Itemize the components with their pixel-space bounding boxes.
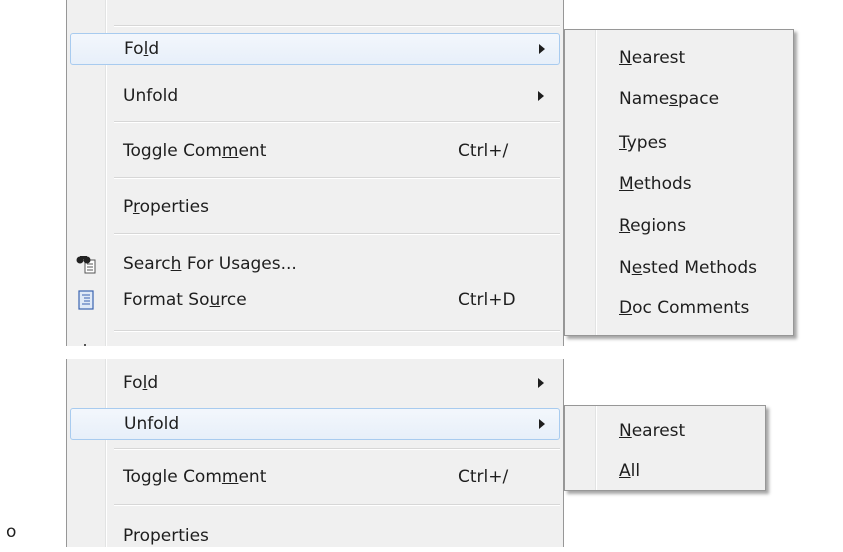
menu-item-properties[interactable]: Properties <box>70 191 560 223</box>
menu-item-label: Fold <box>123 373 159 393</box>
menu-item-toggle-comment[interactable]: Toggle Comment Ctrl+/ <box>70 461 560 493</box>
fold-submenu: Nearest Namespace Types Methods Regions … <box>564 29 794 336</box>
menu-separator <box>114 504 560 506</box>
menu-separator <box>114 330 560 332</box>
menu-item-properties[interactable]: Properties <box>70 520 560 552</box>
submenu-arrow-icon <box>538 378 544 388</box>
menu-separator <box>114 121 560 123</box>
format-document-icon <box>78 290 94 310</box>
menu-item-label: Toggle Comment <box>123 467 267 487</box>
submenu-item-nested-methods[interactable]: Nested Methods <box>619 258 757 278</box>
menu-item-label: Properties <box>123 526 209 546</box>
menu-separator <box>114 233 560 235</box>
binoculars-icon <box>76 256 96 274</box>
menu-item-search-for-usages[interactable]: Search For Usages... <box>70 248 560 280</box>
submenu-item-regions[interactable]: Regions <box>619 216 686 236</box>
submenu-item-nearest[interactable]: Nearest <box>619 48 685 68</box>
submenu-item-doc-comments[interactable]: Doc Comments <box>619 298 749 318</box>
submenu-item-namespace[interactable]: Namespace <box>619 89 719 109</box>
stray-text: o <box>6 522 17 542</box>
context-menu-top: Fold Unfold Toggle Comment Ctrl+/ Proper… <box>66 0 564 346</box>
menu-item-shortcut: Ctrl+/ <box>458 141 509 161</box>
context-menu-bottom: Fold Unfold Toggle Comment Ctrl+/ Proper… <box>66 359 564 547</box>
menu-item-label: Fold <box>124 39 160 59</box>
menu-item-label: Search For Usages... <box>123 254 297 274</box>
menu-item-toggle-comment[interactable]: Toggle Comment Ctrl+/ <box>70 135 560 167</box>
submenu-arrow-icon <box>539 44 545 54</box>
menu-separator <box>114 177 560 179</box>
submenu-item-nearest[interactable]: Nearest <box>619 421 685 441</box>
submenu-item-types[interactable]: Types <box>619 133 667 153</box>
menu-item-label: Properties <box>123 197 209 217</box>
menu-item-shortcut: Ctrl+D <box>458 290 516 310</box>
menu-item-label: Unfold <box>123 86 179 106</box>
menu-item-label: Unfold <box>124 414 180 434</box>
submenu-arrow-icon <box>538 91 544 101</box>
menu-separator <box>114 25 560 27</box>
unfold-submenu: Nearest All <box>564 405 766 491</box>
submenu-item-methods[interactable]: Methods <box>619 174 692 194</box>
menu-item-label: Toggle Comment <box>123 141 267 161</box>
menu-item-format-source[interactable]: Format Source Ctrl+D <box>70 284 560 316</box>
menu-item-label: Format Source <box>123 290 247 310</box>
menu-item-unfold[interactable]: Unfold <box>70 408 560 440</box>
menu-item-fold[interactable]: Fold <box>70 33 560 65</box>
submenu-arrow-icon <box>539 419 545 429</box>
menu-item-unfold[interactable]: Unfold <box>70 80 560 112</box>
menu-item-shortcut: Ctrl+/ <box>458 467 509 487</box>
submenu-item-all[interactable]: All <box>619 461 640 481</box>
menu-separator <box>114 448 560 450</box>
menu-item-fold[interactable]: Fold <box>70 367 560 399</box>
gutter-dot <box>84 344 86 346</box>
